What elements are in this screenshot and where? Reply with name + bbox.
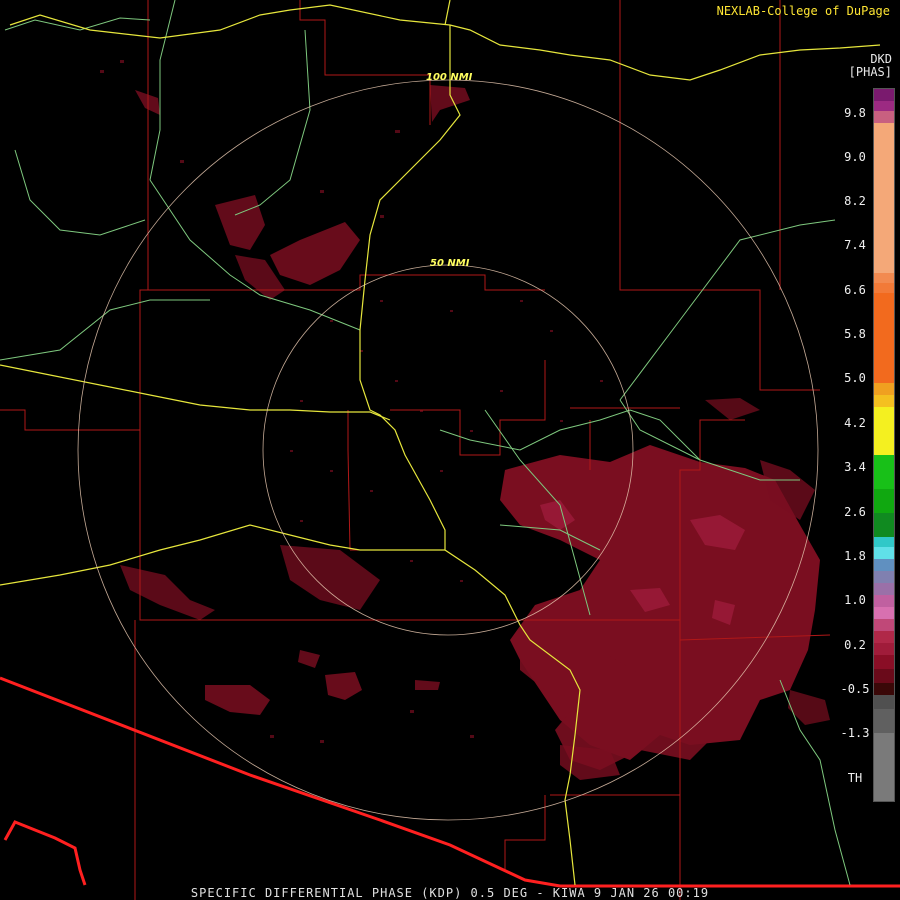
echo-north-west (215, 195, 265, 250)
radar-display: NEXLAB-College of DuPage 100 NMI 50 NMI … (0, 0, 900, 900)
scale-tick: 9.8 (844, 106, 866, 120)
scale-tick: 6.6 (844, 283, 866, 297)
echo-south-cell-2 (325, 672, 362, 700)
radar-map (0, 0, 900, 900)
product-caption: SPECIFIC DIFFERENTIAL PHASE (KDP) 0.5 DE… (190, 886, 710, 900)
major-highways (0, 0, 881, 886)
scale-tick: 1.8 (844, 549, 866, 563)
minor-highways (0, 0, 851, 886)
echo-south-cell (205, 685, 270, 715)
scale-tick: 5.0 (844, 371, 866, 385)
echo-west-band-2 (415, 680, 440, 690)
range-ring-100-label: 100 NMI (426, 72, 473, 83)
range-ring-50-label: 50 NMI (430, 258, 470, 269)
scale-tick: -0.5 (840, 682, 870, 696)
echo-south-west-2 (298, 650, 320, 668)
scale-tick: 7.4 (844, 238, 866, 252)
echo-southeast-cell (788, 690, 830, 725)
legend-unit-bottom: [PHAS] (848, 65, 892, 79)
scale-tick: 8.2 (844, 194, 866, 208)
echo-southwest-band (280, 545, 380, 610)
scale-tick: 9.0 (844, 150, 866, 164)
legend-unit: DKD [PHAS] (849, 53, 892, 79)
echo-layer (120, 85, 830, 780)
scale-tick: TH (847, 771, 863, 785)
scale-tick: 0.2 (844, 638, 866, 652)
scale-tick: 3.4 (844, 460, 866, 474)
county-boundaries (0, 0, 831, 900)
echo-east-cell (705, 398, 760, 420)
echo-northwest-band (270, 222, 360, 285)
scale-tick: 4.2 (844, 416, 866, 430)
scale-tick: 2.6 (844, 505, 866, 519)
echo-west-cell (120, 565, 215, 620)
scale-tick: -1.3 (840, 726, 870, 740)
credit-label: NEXLAB-College of DuPage (716, 4, 890, 18)
scale-tick: 5.8 (844, 327, 866, 341)
scale-tick: 1.0 (844, 593, 866, 607)
